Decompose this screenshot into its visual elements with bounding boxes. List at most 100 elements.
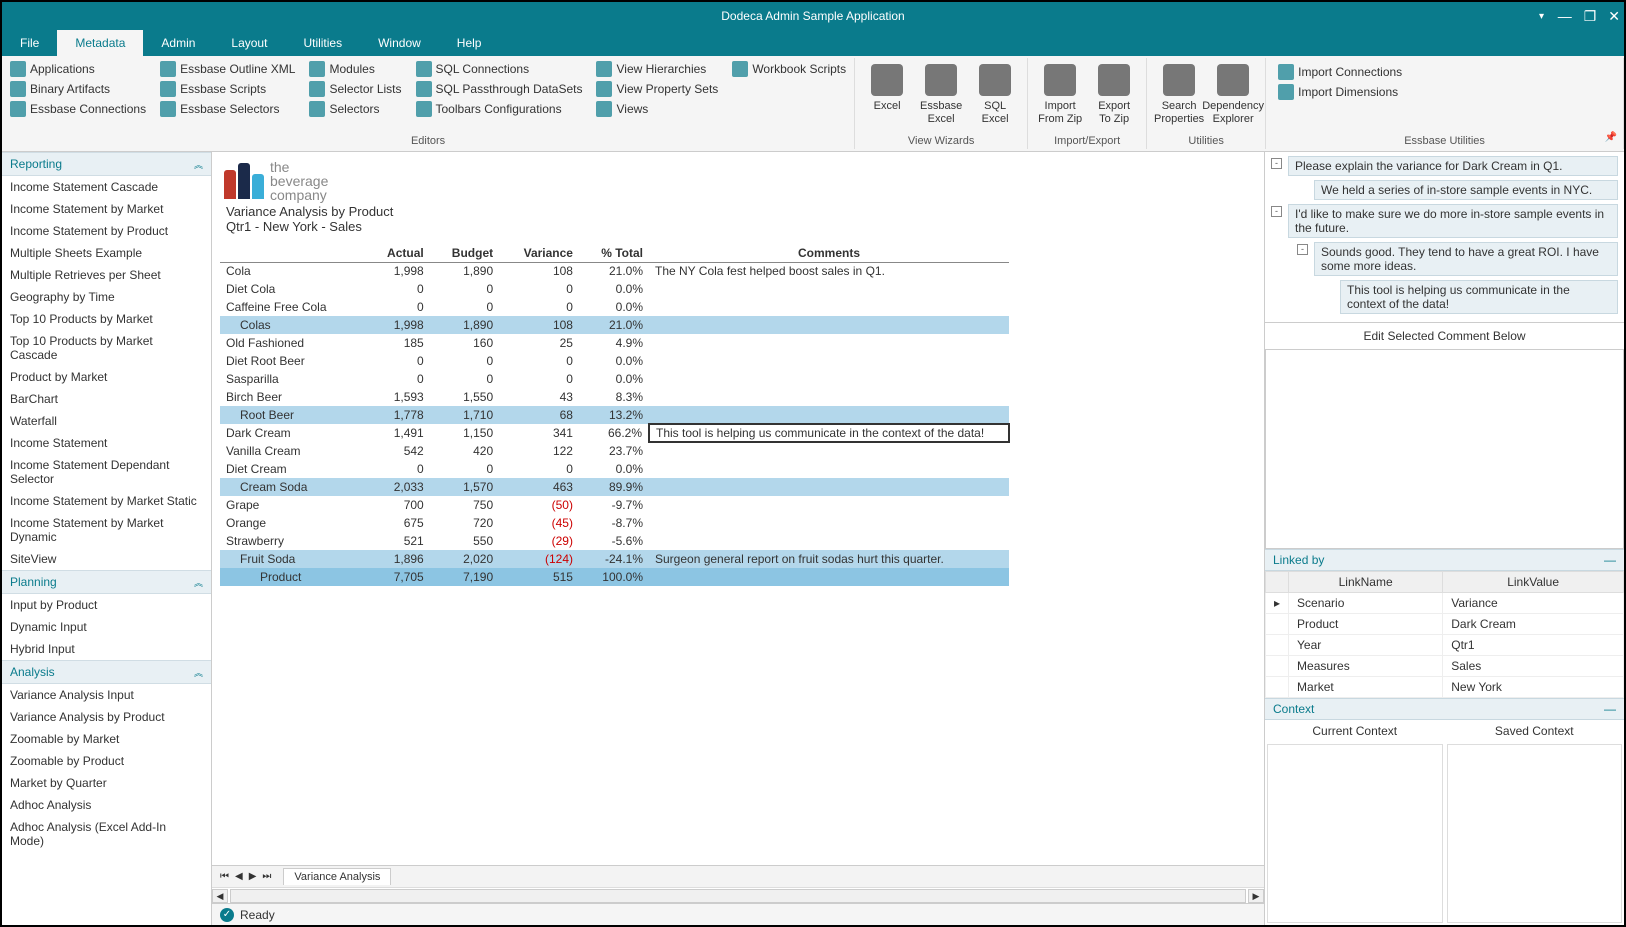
- sidebar-section[interactable]: Reporting︽: [2, 152, 211, 176]
- ribbon-item[interactable]: SQL Passthrough DataSets: [414, 80, 585, 98]
- thread-toggle-icon[interactable]: -: [1297, 244, 1308, 255]
- sidebar-item[interactable]: SiteView: [2, 548, 211, 570]
- ribbon-item[interactable]: Selectors: [307, 100, 403, 118]
- sidebar-item[interactable]: Income Statement Cascade: [2, 176, 211, 198]
- cell-comment[interactable]: This tool is helping us communicate in t…: [649, 424, 1009, 442]
- cell-comment[interactable]: [649, 388, 1009, 406]
- restore-icon[interactable]: ❐: [1584, 8, 1597, 25]
- linked-row[interactable]: ▸ScenarioVariance: [1266, 593, 1624, 614]
- sidebar-item[interactable]: Top 10 Products by Market Cascade: [2, 330, 211, 366]
- sidebar-item[interactable]: Geography by Time: [2, 286, 211, 308]
- sidebar-item[interactable]: Dynamic Input: [2, 616, 211, 638]
- ribbon-item[interactable]: Toolbars Configurations: [414, 100, 585, 118]
- menu-metadata[interactable]: Metadata: [57, 30, 143, 56]
- ribbon-item[interactable]: Import Connections: [1278, 64, 1611, 80]
- menu-layout[interactable]: Layout: [213, 30, 285, 56]
- cell-comment[interactable]: [649, 370, 1009, 388]
- minimize-icon[interactable]: —: [1558, 8, 1572, 25]
- sidebar-item[interactable]: Variance Analysis Input: [2, 684, 211, 706]
- cell-comment[interactable]: [649, 334, 1009, 352]
- close-icon[interactable]: ✕: [1608, 8, 1620, 25]
- ribbon-large-item[interactable]: DependencyExplorer: [1207, 60, 1259, 133]
- cell-comment[interactable]: [649, 442, 1009, 460]
- sheet-nav-prev-icon[interactable]: ◀: [233, 871, 245, 882]
- hscroll-right-icon[interactable]: ▶: [1248, 889, 1264, 903]
- sidebar-item[interactable]: Variance Analysis by Product: [2, 706, 211, 728]
- ribbon-item[interactable]: Views: [594, 100, 720, 118]
- sidebar-item[interactable]: Product by Market: [2, 366, 211, 388]
- thread-text[interactable]: Sounds good. They tend to have a great R…: [1314, 242, 1618, 276]
- thread-text[interactable]: I'd like to make sure we do more in-stor…: [1288, 204, 1618, 238]
- thread-text[interactable]: We held a series of in-store sample even…: [1314, 180, 1618, 200]
- context-current-box[interactable]: [1267, 744, 1443, 923]
- cell-comment[interactable]: Surgeon general report on fruit sodas hu…: [649, 550, 1009, 568]
- ribbon-item[interactable]: Selector Lists: [307, 80, 403, 98]
- sidebar-section[interactable]: Planning︽: [2, 570, 211, 594]
- edit-comment-box[interactable]: [1265, 349, 1624, 549]
- ribbon-item[interactable]: Essbase Connections: [8, 100, 148, 118]
- menu-file[interactable]: File: [2, 30, 57, 56]
- ribbon-item[interactable]: Import Dimensions: [1278, 84, 1611, 100]
- sidebar-section[interactable]: Analysis︽: [2, 660, 211, 684]
- cell-comment[interactable]: [649, 280, 1009, 298]
- sidebar-item[interactable]: Income Statement by Product: [2, 220, 211, 242]
- cell-comment[interactable]: [649, 478, 1009, 496]
- ribbon-item[interactable]: Applications: [8, 60, 148, 78]
- cell-comment[interactable]: The NY Cola fest helped boost sales in Q…: [649, 262, 1009, 280]
- ribbon-item[interactable]: Essbase Scripts: [158, 80, 297, 98]
- sidebar-item[interactable]: Zoomable by Product: [2, 750, 211, 772]
- sidebar-item[interactable]: Income Statement Dependant Selector: [2, 454, 211, 490]
- sidebar-item[interactable]: Top 10 Products by Market: [2, 308, 211, 330]
- ribbon-item[interactable]: Binary Artifacts: [8, 80, 148, 98]
- sidebar-item[interactable]: Income Statement by Market: [2, 198, 211, 220]
- ribbon-item[interactable]: View Property Sets: [594, 80, 720, 98]
- ribbon-large-item[interactable]: ImportFrom Zip: [1034, 60, 1086, 133]
- thread-text[interactable]: Please explain the variance for Dark Cre…: [1288, 156, 1618, 176]
- sheet-nav-last-icon[interactable]: ⏭: [260, 871, 273, 882]
- thread-toggle-icon[interactable]: -: [1271, 158, 1282, 169]
- sidebar-item[interactable]: Waterfall: [2, 410, 211, 432]
- ribbon-item[interactable]: SQL Connections: [414, 60, 585, 78]
- sheet-nav-first-icon[interactable]: ⏮: [218, 871, 231, 882]
- hscroll-left-icon[interactable]: ◀: [212, 889, 228, 903]
- hscroll-track[interactable]: [230, 889, 1246, 903]
- cell-comment[interactable]: [649, 406, 1009, 424]
- cell-comment[interactable]: [649, 496, 1009, 514]
- sidebar-item[interactable]: Income Statement by Market Static: [2, 490, 211, 512]
- ribbon-large-item[interactable]: Excel: [861, 60, 913, 133]
- sidebar-item[interactable]: Input by Product: [2, 594, 211, 616]
- ribbon-item[interactable]: Workbook Scripts: [730, 60, 848, 78]
- linked-row[interactable]: YearQtr1: [1266, 635, 1624, 656]
- cell-comment[interactable]: [649, 514, 1009, 532]
- linked-row[interactable]: MeasuresSales: [1266, 656, 1624, 677]
- ribbon-item[interactable]: Modules: [307, 60, 403, 78]
- cell-comment[interactable]: [649, 532, 1009, 550]
- thread-toggle-icon[interactable]: -: [1271, 206, 1282, 217]
- linked-row[interactable]: ProductDark Cream: [1266, 614, 1624, 635]
- cell-comment[interactable]: [649, 352, 1009, 370]
- menu-admin[interactable]: Admin: [143, 30, 213, 56]
- sidebar-item[interactable]: Income Statement: [2, 432, 211, 454]
- cell-comment[interactable]: [649, 568, 1009, 586]
- ribbon-item[interactable]: View Hierarchies: [594, 60, 720, 78]
- sheet-tab[interactable]: Variance Analysis: [283, 868, 391, 885]
- ribbon-large-item[interactable]: EssbaseExcel: [915, 60, 967, 133]
- titlebar-dropdown-icon[interactable]: ▾: [1539, 11, 1544, 22]
- sidebar-item[interactable]: Adhoc Analysis: [2, 794, 211, 816]
- linked-row[interactable]: MarketNew York: [1266, 677, 1624, 698]
- sidebar-item[interactable]: Income Statement by Market Dynamic: [2, 512, 211, 548]
- ribbon-large-item[interactable]: ExportTo Zip: [1088, 60, 1140, 133]
- ribbon-large-item[interactable]: SQLExcel: [969, 60, 1021, 133]
- sidebar-item[interactable]: Market by Quarter: [2, 772, 211, 794]
- sidebar-item[interactable]: BarChart: [2, 388, 211, 410]
- sidebar-item[interactable]: Adhoc Analysis (Excel Add-In Mode): [2, 816, 211, 852]
- sidebar-item[interactable]: Hybrid Input: [2, 638, 211, 660]
- context-collapse-icon[interactable]: —: [1604, 702, 1616, 716]
- context-saved-box[interactable]: [1447, 744, 1623, 923]
- ribbon-item[interactable]: Essbase Selectors: [158, 100, 297, 118]
- menu-window[interactable]: Window: [360, 30, 439, 56]
- menu-utilities[interactable]: Utilities: [285, 30, 360, 56]
- thread-text[interactable]: This tool is helping us communicate in t…: [1340, 280, 1618, 314]
- ribbon-pin-icon[interactable]: 📌: [1605, 132, 1617, 143]
- sidebar-item[interactable]: Zoomable by Market: [2, 728, 211, 750]
